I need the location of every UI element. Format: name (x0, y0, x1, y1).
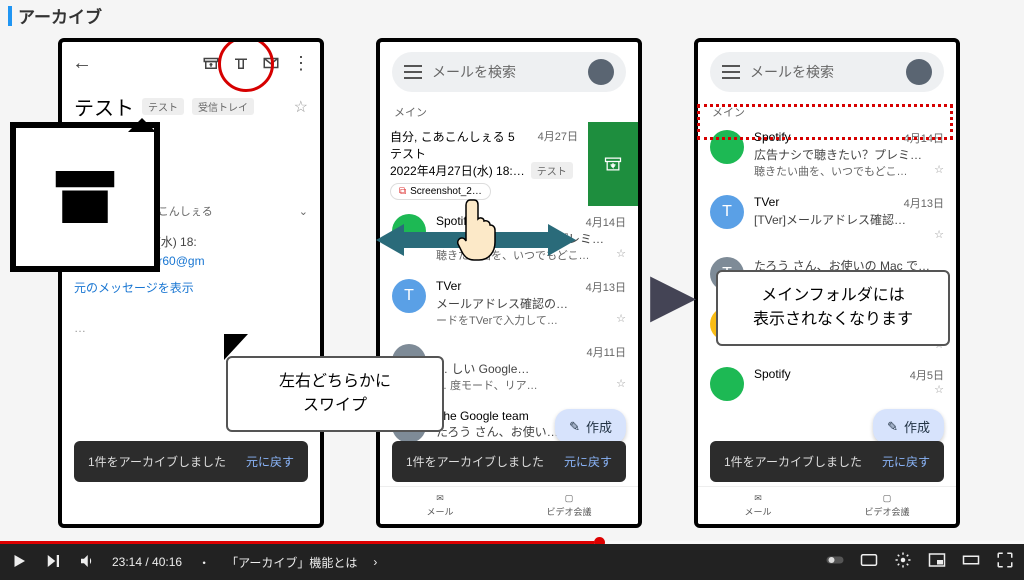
mail-item[interactable]: Spotify4月5日 ☆ (698, 359, 956, 409)
account-avatar[interactable] (906, 59, 932, 85)
autoplay-toggle[interactable] (826, 551, 844, 574)
video-time: 23:14 / 40:16 (112, 555, 182, 569)
theater-button[interactable] (962, 551, 980, 574)
nav-mail[interactable]: ✉メール (426, 493, 453, 518)
mail-tag-1: テスト (142, 98, 184, 115)
toast-message: 1件をアーカイブしました (406, 453, 544, 470)
video-player-controls: 23:14 / 40:16 ・ 「アーカイブ」機能とは › (0, 544, 1024, 580)
toast: 1件をアーカイブしました 元に戻す (392, 441, 626, 482)
search-bar[interactable]: メールを検索 (392, 52, 626, 92)
avatar (710, 367, 744, 401)
mail-title-row: テスト テスト 受信トレイ ☆ (62, 84, 320, 125)
compose-button[interactable]: ✎作成 (873, 409, 944, 444)
more-icon[interactable]: ⋮ (292, 53, 310, 74)
mail-tag-2: 受信トレイ (192, 98, 254, 115)
video-chapter: 「アーカイブ」機能とは (226, 554, 357, 571)
nav-mail[interactable]: ✉メール (744, 493, 771, 518)
phone-screen-1: ← ⋮ テスト テスト 受信トレイ ☆ 4月27日 ↩︎9:48 To: こあこ… (58, 38, 324, 528)
highlight-circle (218, 38, 274, 92)
toast-message: 1件をアーカイブしました (724, 453, 862, 470)
swipe-item[interactable]: 自分, こあこんしぇる 54月27日 テスト 2022年4月27日(水) 18:… (380, 122, 638, 206)
bottom-nav: ✉メール ▢ビデオ会議 (698, 486, 956, 524)
next-button[interactable] (44, 552, 62, 573)
avatar: T (710, 195, 744, 229)
callout-result: メインフォルダには 表示されなくなります (716, 270, 950, 346)
title-text: アーカイブ (18, 3, 102, 28)
miniplayer-button[interactable] (928, 551, 946, 574)
undo-button[interactable]: 元に戻す (246, 453, 294, 470)
swipe-archive-action[interactable] (588, 122, 638, 206)
inbox-label: メイン (380, 102, 638, 122)
mail-item[interactable]: T TVer4月13日 [TVer]メールアドレス確認… ☆ (698, 187, 956, 249)
toast-message: 1件をアーカイブしました (88, 453, 226, 470)
undo-button[interactable]: 元に戻す (564, 453, 612, 470)
avatar: T (392, 279, 426, 313)
hand-pointer-icon (456, 196, 500, 262)
back-icon[interactable]: ← (72, 52, 92, 75)
removed-highlight (697, 104, 953, 140)
bottom-nav: ✉メール ▢ビデオ会議 (380, 486, 638, 524)
callout-swipe: 左右どちらかに スワイプ (226, 356, 444, 432)
account-avatar[interactable] (588, 59, 614, 85)
nav-meet[interactable]: ▢ビデオ会議 (546, 493, 591, 518)
show-original-link[interactable]: 元のメッセージを表示 (74, 279, 308, 298)
settings-icon[interactable] (894, 551, 912, 574)
undo-button[interactable]: 元に戻す (882, 453, 930, 470)
title-accent-bar (8, 6, 12, 26)
menu-icon[interactable] (722, 65, 740, 79)
compose-button[interactable]: ✎作成 (555, 409, 626, 444)
fullscreen-button[interactable] (996, 551, 1014, 574)
toast: 1件をアーカイブしました 元に戻す (710, 441, 944, 482)
mail-header: ← ⋮ (62, 42, 320, 84)
nav-meet[interactable]: ▢ビデオ会議 (864, 493, 909, 518)
archive-icon-callout (10, 122, 160, 272)
pen-icon: ✎ (887, 419, 898, 435)
play-button[interactable] (10, 552, 28, 573)
pen-icon: ✎ (569, 419, 580, 435)
captions-button[interactable] (860, 551, 878, 574)
search-bar[interactable]: メールを検索 (710, 52, 944, 92)
volume-button[interactable] (78, 552, 96, 573)
star-icon[interactable]: ☆ (294, 97, 308, 117)
result-arrow-icon: ▶ (650, 260, 696, 330)
chevron-right-icon[interactable]: › (373, 555, 377, 569)
mail-subject: テスト (74, 92, 134, 121)
search-placeholder: メールを検索 (432, 62, 516, 82)
phone-screen-2: メールを検索 メイン 自分, こあこんしぇる 54月27日 テスト 2022年4… (376, 38, 642, 528)
menu-icon[interactable] (404, 65, 422, 79)
mail-item[interactable]: T TVer4月13日 メールアドレス確認の… ードをTVerで入力して…☆ (380, 271, 638, 336)
search-placeholder: メールを検索 (750, 62, 834, 82)
toast: 1件をアーカイブしました 元に戻す (74, 441, 308, 482)
slide-title: アーカイブ (8, 3, 102, 28)
